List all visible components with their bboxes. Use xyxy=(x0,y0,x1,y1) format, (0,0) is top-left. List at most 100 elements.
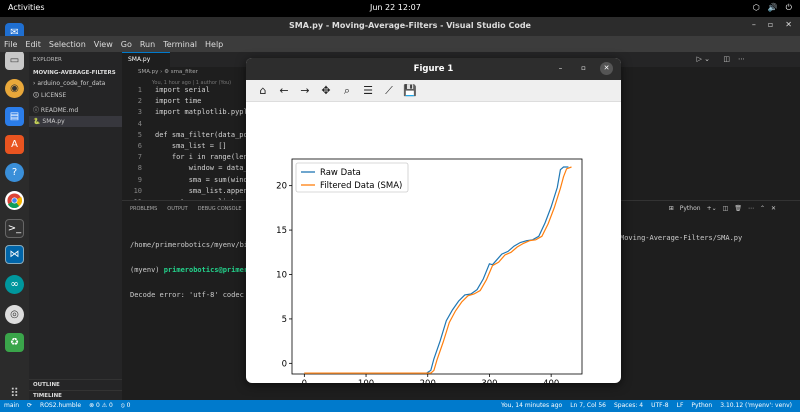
network-icon: ⬡ xyxy=(752,3,760,12)
add-terminal-icon[interactable]: +⌄ xyxy=(707,205,717,212)
status-cursor[interactable]: Ln 7, Col 56 xyxy=(570,402,606,409)
folder-title[interactable]: MOVING-AVERAGE-FILTERS xyxy=(29,68,122,78)
menu-edit[interactable]: Edit xyxy=(25,40,41,49)
split-terminal-icon[interactable]: ◫ xyxy=(723,205,729,212)
status-ros[interactable]: ROS2.humble xyxy=(40,402,81,410)
terminal-type-icon[interactable]: ⊞ xyxy=(669,205,674,212)
window-title: SMA.py - Moving-Average-Filters - Visual… xyxy=(289,21,531,30)
line-number: 10 xyxy=(133,186,142,195)
tab-debug-console[interactable]: DEBUG CONSOLE xyxy=(198,206,242,212)
code-text: import matplotlib.pyplot xyxy=(155,108,257,117)
vscode-icon[interactable]: ⋈ xyxy=(5,245,24,264)
close-icon[interactable]: ✕ xyxy=(785,20,792,29)
y-tick-label: 0 xyxy=(282,359,287,369)
explorer-item-selected[interactable]: 🐍 SMA.py xyxy=(29,116,122,127)
split-editor-icon[interactable]: ◫ xyxy=(723,55,730,63)
terminal-line: Decode error: 'utf-8' codec xyxy=(130,291,244,299)
figure-title-bar: Figure 1 – ▫ ✕ xyxy=(246,58,621,80)
status-sync-icon[interactable]: ⟳ xyxy=(27,402,32,410)
figure-close-icon[interactable]: ✕ xyxy=(600,62,613,75)
status-problems[interactable]: ⊗ 0 ⚠ 0 xyxy=(89,402,113,410)
matplotlib-figure-window: Figure 1 – ▫ ✕ ⌂ ← → ✥ ⌕ ☰ ⟋ 💾 010020030… xyxy=(246,58,621,383)
status-encoding[interactable]: UTF-8 xyxy=(651,402,669,409)
menu-run[interactable]: Run xyxy=(140,40,155,49)
axes-edit-icon[interactable]: ⟋ xyxy=(382,84,396,98)
back-icon[interactable]: ← xyxy=(277,84,291,97)
rhythmbox-icon[interactable]: ◉ xyxy=(5,79,24,98)
terminal-prompt: primerobotics@primer xyxy=(163,266,249,274)
writer-icon[interactable]: ▤ xyxy=(5,107,24,126)
code-text: sma = sum(wind xyxy=(155,175,248,184)
files-icon[interactable]: ▭ xyxy=(5,51,24,70)
legend-label: Filtered Data (SMA) xyxy=(320,181,402,191)
volume-icon: 🔊 xyxy=(767,3,778,12)
home-icon[interactable]: ⌂ xyxy=(256,84,270,97)
help-icon[interactable]: ? xyxy=(5,163,24,182)
menu-selection[interactable]: Selection xyxy=(49,40,86,49)
menu-terminal[interactable]: Terminal xyxy=(163,40,197,49)
disc-icon[interactable]: ◎ xyxy=(5,305,24,324)
status-branch[interactable]: main xyxy=(4,402,19,410)
menu-help[interactable]: Help xyxy=(205,40,223,49)
terminal-profile[interactable]: Python xyxy=(680,205,701,212)
software-icon[interactable]: A xyxy=(5,135,24,154)
maximize-panel-icon[interactable]: ⌃ xyxy=(760,205,765,212)
plot-canvas[interactable]: 0 100 200 300 400 0 5 10 15 20 Raw Data Filtered Da… xyxy=(246,102,621,383)
forward-icon[interactable]: → xyxy=(298,84,312,97)
status-language[interactable]: Python xyxy=(691,402,712,409)
more-icon[interactable]: ⋯ xyxy=(748,205,754,212)
status-indent[interactable]: Spaces: 4 xyxy=(614,402,643,409)
explorer-item[interactable]: › arduino_code_for_data xyxy=(29,78,122,89)
line-number: 2 xyxy=(137,97,142,106)
trash-icon[interactable]: ♻ xyxy=(5,333,24,352)
menu-view[interactable]: View xyxy=(94,40,113,49)
more-actions-icon[interactable]: ⋯ xyxy=(738,55,745,63)
line-number: 4 xyxy=(137,119,142,128)
clock[interactable]: Jun 22 12:07 xyxy=(370,3,421,12)
arduino-icon[interactable]: ∞ xyxy=(5,275,24,294)
system-tray[interactable]: ⬡ 🔊 ⏻ xyxy=(753,3,792,13)
menu-bar: File Edit Selection View Go Run Terminal… xyxy=(0,36,800,52)
close-panel-icon[interactable]: ✕ xyxy=(771,205,776,212)
code-text: import serial xyxy=(155,86,210,94)
terminal-icon[interactable]: >_ xyxy=(5,219,24,238)
tab-sma-py[interactable]: SMA.py xyxy=(122,52,170,67)
status-eol[interactable]: LF xyxy=(677,402,684,409)
code-text: def sma_filter(data_po xyxy=(155,130,248,139)
kill-terminal-icon[interactable]: 🗑 xyxy=(734,205,742,212)
tab-output[interactable]: OUTPUT xyxy=(167,206,187,212)
minimize-icon[interactable]: – xyxy=(752,20,756,29)
panel-actions: ⊞ Python +⌄ ◫ 🗑 ⋯ ⌃ ✕ xyxy=(669,205,776,212)
menu-go[interactable]: Go xyxy=(121,40,132,49)
tab-problems[interactable]: PROBLEMS xyxy=(130,206,157,212)
x-tick-label: 100 xyxy=(358,379,374,383)
status-interpreter[interactable]: 3.10.12 ('myenv': venv) xyxy=(720,402,792,409)
figure-maximize-icon[interactable]: ▫ xyxy=(577,62,590,75)
y-tick-label: 20 xyxy=(276,182,287,192)
code-text: for i in range(len xyxy=(155,153,248,162)
line-number: 6 xyxy=(137,142,142,150)
figure-toolbar: ⌂ ← → ✥ ⌕ ☰ ⟋ 💾 xyxy=(246,80,621,102)
zoom-icon[interactable]: ⌕ xyxy=(340,84,354,98)
dock: ✉ ▭ ◉ ▤ A ? >_ ⋈ ∞ ◎ ♻ ⠿ xyxy=(0,17,29,412)
menu-file[interactable]: File xyxy=(4,40,17,49)
status-blame[interactable]: You, 14 minutes ago xyxy=(501,402,562,409)
status-ports[interactable]: ⦸ 0 xyxy=(121,402,131,410)
run-icon[interactable]: ▷ ⌄ xyxy=(697,55,710,63)
explorer-item[interactable]: 🛈 LICENSE xyxy=(29,89,122,103)
figure-minimize-icon[interactable]: – xyxy=(554,62,567,75)
pan-icon[interactable]: ✥ xyxy=(319,84,333,97)
x-tick-label: 300 xyxy=(481,379,497,383)
explorer-item[interactable]: ⓘ README.md xyxy=(29,103,122,116)
save-icon[interactable]: 💾 xyxy=(403,84,417,97)
terminal-output[interactable]: /home/primerobotics/myenv/bi (myenv) pri… xyxy=(130,225,248,316)
maximize-icon[interactable]: ▫ xyxy=(768,20,773,29)
terminal-line: /home/primerobotics/myenv/bi xyxy=(130,241,249,249)
terminal-line: (myenv) primerobotics@primer xyxy=(130,266,249,274)
chrome-icon[interactable] xyxy=(5,191,24,210)
line-number: 8 xyxy=(137,164,142,173)
configure-icon[interactable]: ☰ xyxy=(361,84,375,97)
vscode-title-bar: SMA.py - Moving-Average-Filters - Visual… xyxy=(29,17,800,36)
outline-section[interactable]: OUTLINE xyxy=(29,379,122,390)
activities-button[interactable]: Activities xyxy=(8,3,45,12)
